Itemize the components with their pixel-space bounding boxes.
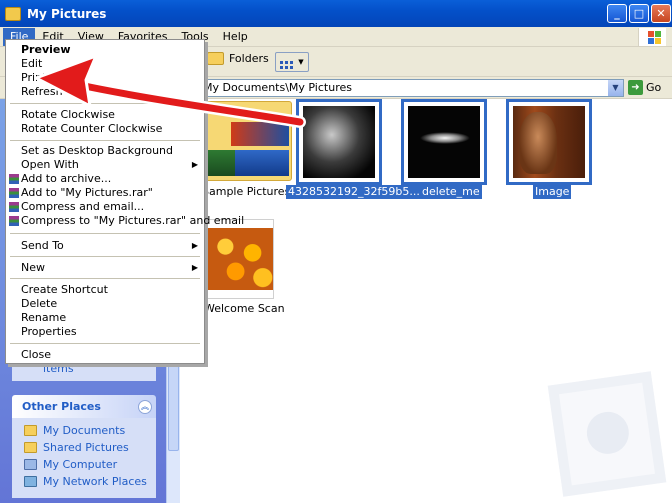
winrar-icon [9, 174, 19, 184]
menu-item-compress-and-email[interactable]: Compress and email... [8, 200, 202, 214]
file-name[interactable]: delete_me [420, 185, 482, 199]
winrar-icon [9, 202, 19, 212]
menu-item-close[interactable]: Close [8, 348, 202, 362]
menu-item-label: Compress and email... [21, 200, 145, 213]
shared-pictures-icon [24, 442, 37, 453]
other-place-my-documents[interactable]: My Documents [24, 422, 156, 439]
image-thumbnail [205, 228, 273, 290]
file-item-photo-3[interactable] [506, 99, 592, 185]
menu-separator [10, 140, 200, 141]
windows-logo-icon [638, 28, 666, 46]
menu-help[interactable]: Help [216, 28, 255, 46]
menu-separator [10, 233, 200, 234]
maximize-button[interactable]: □ [629, 4, 649, 23]
file-menu: Preview Edit Print Refresh Rotate Clockw… [5, 39, 244, 364]
menu-item-edit[interactable]: Edit [8, 57, 202, 71]
views-icon-dot [290, 60, 294, 64]
other-places-title: Other Places [22, 400, 101, 413]
file-item-photo-2[interactable] [401, 99, 487, 185]
file-name[interactable]: Image [533, 185, 572, 199]
explorer-window: My Pictures _ □ ✕ File Edit View Favorit… [0, 0, 672, 503]
go-label: Go [646, 81, 662, 94]
address-value: My Documents\My Pictures [203, 81, 352, 94]
chevron-down-icon: ▼ [298, 58, 304, 66]
file-name[interactable]: Welcome Scan [202, 302, 287, 316]
title-bar[interactable]: My Pictures _ □ ✕ [0, 0, 672, 27]
menu-item-preview[interactable]: Preview [8, 43, 202, 57]
menu-item-compress-to-rar-and-email[interactable]: Compress to "My Pictures.rar" and email [8, 214, 244, 228]
menu-item-label: Add to "My Pictures.rar" [21, 186, 153, 199]
other-place-shared-pictures[interactable]: Shared Pictures [24, 439, 156, 456]
folders-label: Folders [229, 52, 269, 65]
other-place-label: Shared Pictures [43, 441, 129, 454]
menu-item-properties[interactable]: Properties [8, 325, 202, 339]
file-name[interactable]: 4328532192_32f59b5... [286, 185, 422, 199]
menu-separator [10, 343, 200, 344]
file-name[interactable]: Sample Pictures [200, 185, 292, 199]
file-item-photo-1[interactable] [296, 99, 382, 185]
other-place-label: My Network Places [43, 475, 147, 488]
other-places-header[interactable]: Other Places ︽ [12, 395, 156, 418]
network-places-icon [24, 476, 37, 487]
folders-icon [207, 52, 224, 65]
my-computer-icon [24, 459, 37, 470]
menu-item-set-desktop-background[interactable]: Set as Desktop Background [8, 144, 202, 158]
folders-button[interactable]: Folders [207, 52, 269, 65]
menu-item-rename[interactable]: Rename [8, 311, 202, 325]
menu-separator [10, 103, 200, 104]
menu-item-label: Add to archive... [21, 172, 112, 185]
winrar-icon [9, 188, 19, 198]
image-thumbnail [303, 106, 375, 178]
winrar-icon [9, 216, 19, 226]
file-item-sample-pictures[interactable] [204, 99, 292, 199]
menu-item-rotate-clockwise[interactable]: Rotate Clockwise [8, 108, 202, 122]
other-place-label: My Documents [43, 424, 126, 437]
go-arrow-icon: ➜ [628, 80, 643, 95]
close-button[interactable]: ✕ [651, 4, 671, 23]
file-item-welcome-scan[interactable] [204, 219, 274, 299]
image-thumbnail [408, 106, 480, 178]
menu-item-send-to[interactable]: Send To ▶ [8, 239, 202, 253]
menu-item-add-to-rar[interactable]: Add to "My Pictures.rar" [8, 186, 202, 200]
menu-item-add-to-archive[interactable]: Add to archive... [8, 172, 202, 186]
submenu-arrow-icon: ▶ [191, 263, 198, 272]
views-icon-dot [285, 60, 289, 64]
menu-item-create-shortcut[interactable]: Create Shortcut [8, 283, 202, 297]
menu-item-open-with[interactable]: Open With ▶ [8, 158, 202, 172]
address-dropdown-button[interactable]: ▼ [608, 80, 623, 96]
menu-item-label: Open With [21, 158, 79, 171]
minimize-button[interactable]: _ [607, 4, 627, 23]
other-place-my-network-places[interactable]: My Network Places [24, 473, 156, 490]
my-pictures-watermark-icon [547, 371, 667, 497]
submenu-arrow-icon: ▶ [191, 241, 198, 250]
other-place-my-computer[interactable]: My Computer [24, 456, 156, 473]
window-title: My Pictures [27, 6, 107, 21]
views-icon [280, 60, 284, 64]
collapse-chevron-icon[interactable]: ︽ [138, 399, 152, 414]
menu-item-delete[interactable]: Delete [8, 297, 202, 311]
my-documents-icon [24, 425, 37, 436]
menu-separator [10, 256, 200, 257]
menu-item-label: New [21, 261, 45, 274]
menu-separator [10, 278, 200, 279]
other-places-list: My Documents Shared Pictures My Computer… [12, 418, 156, 498]
submenu-arrow-icon: ▶ [191, 160, 198, 169]
address-input[interactable]: My Documents\My Pictures ▼ [198, 79, 624, 97]
views-button[interactable]: ▼ [275, 52, 309, 72]
go-button[interactable]: ➜ Go [628, 80, 661, 95]
menu-item-label: Send To [21, 239, 64, 252]
menu-item-refresh[interactable]: Refresh [8, 85, 202, 99]
folder-thumbnail-icon [204, 101, 292, 181]
menu-item-rotate-counter-clockwise[interactable]: Rotate Counter Clockwise [8, 122, 202, 136]
menu-item-new[interactable]: New ▶ [8, 261, 202, 275]
menu-item-print[interactable]: Print [8, 71, 202, 85]
menu-item-label: Compress to "My Pictures.rar" and email [21, 214, 245, 227]
image-thumbnail [513, 106, 585, 178]
other-place-label: My Computer [43, 458, 118, 471]
folder-icon [5, 6, 21, 21]
